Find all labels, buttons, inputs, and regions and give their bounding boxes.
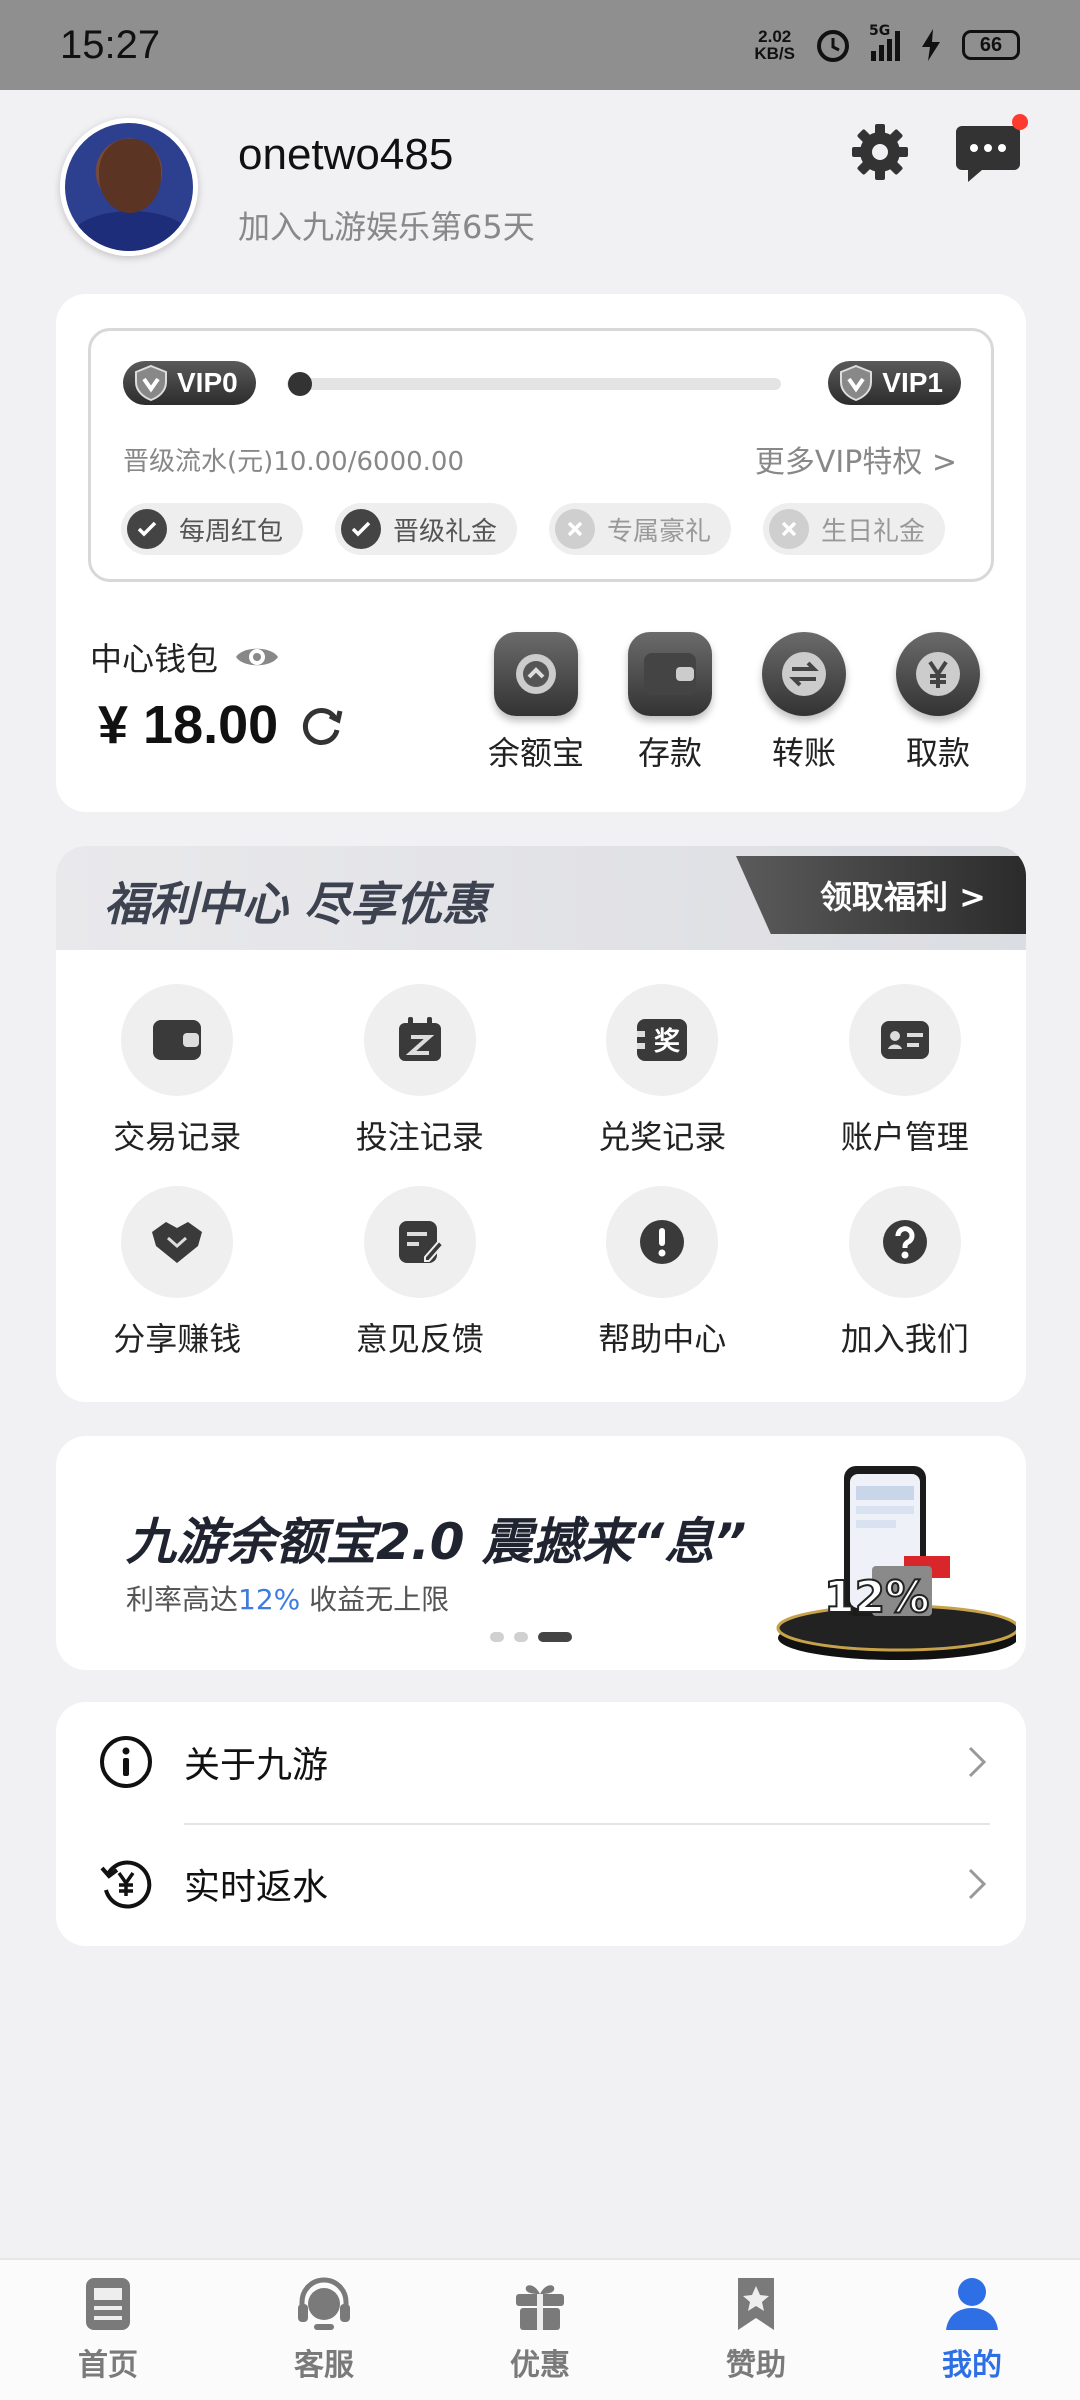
carousel-dots (490, 1632, 572, 1642)
gear-icon[interactable] (848, 120, 912, 184)
welfare-header: 福利中心 尽享优惠 领取福利 > (56, 846, 1026, 950)
alarm-icon (817, 30, 849, 62)
calendar-icon (398, 1017, 441, 1061)
carousel-dot[interactable] (514, 1632, 528, 1642)
status-time: 15:27 (60, 22, 161, 67)
alert-icon (640, 1220, 685, 1264)
account-management[interactable]: 账户管理 (784, 984, 1027, 1158)
transfer-icon (762, 632, 846, 716)
prize-icon: 奖 (637, 1019, 688, 1061)
vip-next-badge: VIP1 (828, 361, 961, 405)
vip-panel: VIP0 VIP1 晋级流水(元)10.00/6000.00 更多VIP特权 >… (88, 328, 994, 582)
help-center[interactable]: 帮助中心 (541, 1186, 784, 1360)
network-speed: 2.02 KB/S (754, 27, 795, 63)
chat-icon (956, 126, 1020, 182)
wallet-card: VIP0 VIP1 晋级流水(元)10.00/6000.00 更多VIP特权 >… (56, 294, 1026, 812)
check-icon (341, 509, 382, 549)
tab-sponsor[interactable]: 赞助 (648, 2260, 864, 2400)
rebate-row[interactable]: 实时返水 (56, 1824, 1026, 1944)
wallet-actions: 余额宝 存款 转账 取款 (488, 632, 982, 774)
home-icon (86, 2278, 130, 2330)
promo-banner[interactable]: 九游余额宝2.0 震撼来“息” 利率高达12% 收益无上限 12% (56, 1436, 1026, 1670)
cross-icon (769, 509, 810, 549)
welfare-grid: 交易记录 投注记录 奖 兑奖记录 账户管理 分享赚钱 意见反馈 帮助中心 加入我 (56, 984, 1026, 1360)
settings-list: 关于九游 实时返水 (56, 1702, 1026, 1946)
cross-icon (555, 509, 596, 549)
svg-text:奖: 奖 (654, 1026, 681, 1057)
headset-icon (298, 2277, 350, 2330)
perk-item[interactable]: 专属豪礼 (549, 503, 732, 555)
vault-icon (494, 632, 578, 716)
username: onetwo485 (238, 130, 454, 179)
signal-icon: 5G (869, 23, 900, 61)
banner-title: 九游余额宝2.0 震撼来“息” (126, 1513, 747, 1571)
check-icon (127, 509, 167, 549)
bet-records[interactable]: 投注记录 (299, 984, 542, 1158)
wallet-icon (153, 1020, 202, 1060)
message-button[interactable] (954, 114, 1028, 184)
phone-podium-illustration: 12% (776, 1466, 1016, 1660)
vip-current-badge: VIP0 (123, 361, 256, 405)
more-vip-link[interactable]: 更多VIP特权 > (755, 437, 957, 481)
charging-icon (922, 29, 940, 61)
chevron-right-icon (968, 1868, 987, 1900)
banner-subtitle: 利率高达12% 收益无上限 (126, 1583, 450, 1616)
vip-progress-text: 晋级流水(元)10.00/6000.00 (123, 447, 464, 477)
perk-item[interactable]: 每周红包 (121, 503, 304, 555)
perk-item[interactable]: 生日礼金 (763, 503, 946, 555)
joined-days: 加入九游娱乐第65天 (238, 208, 535, 246)
vip-perks: 每周红包 晋级礼金 专属豪礼 生日礼金 (121, 503, 946, 555)
carousel-dot[interactable] (538, 1632, 572, 1642)
prize-records[interactable]: 奖 兑奖记录 (541, 984, 784, 1158)
tab-support[interactable]: 客服 (216, 2260, 432, 2400)
gift-icon (516, 2285, 564, 2330)
vip-shield-icon (840, 364, 873, 402)
perk-item[interactable]: 晋级礼金 (335, 503, 518, 555)
rebate-icon (100, 1860, 152, 1909)
claim-welfare-button[interactable]: 领取福利 > (736, 856, 1026, 934)
wallet-label: 中心钱包 (90, 634, 280, 680)
join-us[interactable]: 加入我们 (784, 1186, 1027, 1360)
tab-home[interactable]: 首页 (0, 2260, 216, 2400)
vip-shield-icon (135, 364, 167, 402)
id-card-icon (880, 1021, 929, 1059)
tab-me[interactable]: 我的 (864, 2260, 1080, 2400)
yuebao-button[interactable]: 余额宝 (488, 632, 584, 774)
handshake-icon (152, 1222, 203, 1263)
carousel-dot[interactable] (490, 1632, 504, 1642)
withdraw-button[interactable]: 取款 (894, 632, 982, 774)
transfer-button[interactable]: 转账 (760, 632, 848, 774)
eye-icon[interactable] (234, 642, 280, 672)
welfare-title: 福利中心 尽享优惠 (104, 877, 489, 931)
avatar[interactable] (60, 118, 198, 256)
wallet-balance: ¥ 18.00 (98, 694, 346, 756)
chevron-right-icon (968, 1746, 987, 1778)
feedback[interactable]: 意见反馈 (299, 1186, 542, 1360)
battery-icon: 66 (962, 30, 1020, 60)
share-earn[interactable]: 分享赚钱 (56, 1186, 299, 1360)
vip-progress-bar (287, 372, 781, 396)
banner-art-text: 12% (824, 1572, 929, 1623)
deposit-button[interactable]: 存款 (626, 632, 714, 774)
refresh-icon[interactable] (296, 700, 346, 750)
feedback-icon (398, 1221, 445, 1263)
unread-badge (1012, 114, 1028, 130)
wallet-icon (628, 632, 712, 716)
tab-promotions[interactable]: 优惠 (432, 2260, 648, 2400)
status-icons: 2.02 KB/S 5G 66 (754, 23, 1020, 63)
profile-header: onetwo485 加入九游娱乐第65天 (0, 90, 1080, 290)
transaction-records[interactable]: 交易记录 (56, 984, 299, 1158)
star-bookmark-icon (738, 2278, 774, 2330)
about-row[interactable]: 关于九游 (56, 1702, 1026, 1822)
yen-icon (896, 632, 980, 716)
status-bar: 15:27 2.02 KB/S 5G 66 (0, 0, 1080, 90)
bottom-tab-bar: 首页 客服 优惠 赞助 我的 (0, 2258, 1080, 2400)
welfare-card: 福利中心 尽享优惠 领取福利 > 交易记录 投注记录 奖 兑奖记录 账户管理 分… (56, 846, 1026, 1402)
user-icon (946, 2278, 998, 2330)
info-icon (100, 1736, 152, 1788)
question-icon (882, 1220, 927, 1264)
